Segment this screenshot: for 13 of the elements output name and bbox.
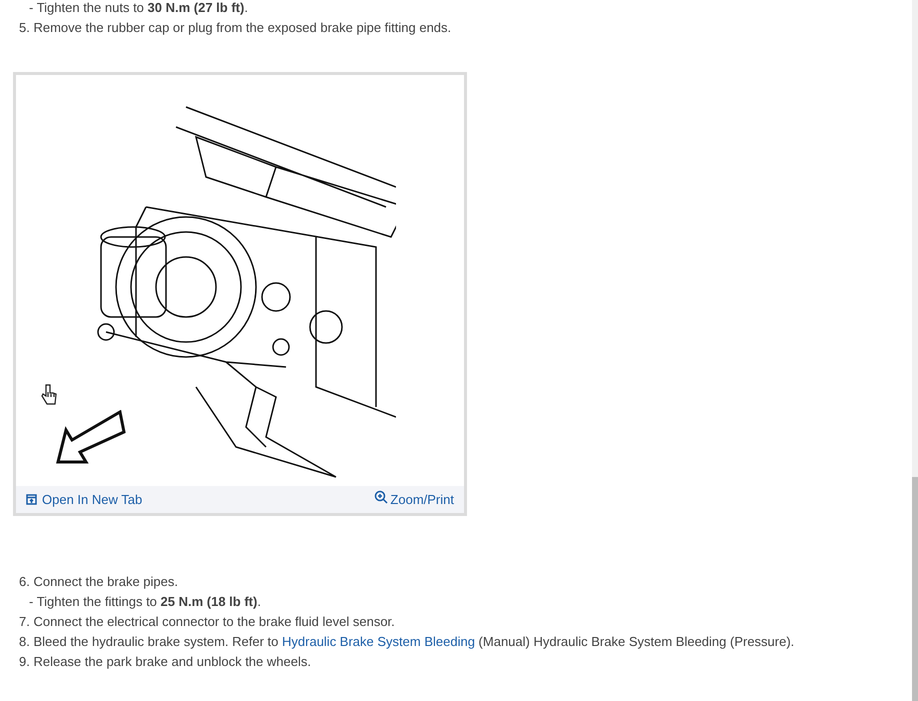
step-text: 7. Connect the electrical connector to the brake fluid level sensor.	[19, 614, 396, 630]
zoom-print-link[interactable]: Zoom/Print	[374, 490, 454, 510]
pointing-hand-icon	[40, 383, 58, 407]
step-text: 6. Connect the brake pipes.	[19, 574, 179, 590]
sub-step-text: - Tighten the fittings to 25 N.m (18 lb ft).	[28, 594, 262, 610]
sub-step-text: - Tighten the nuts to 30 N.m (27 lb ft).	[28, 0, 249, 16]
bleeding-procedure-link[interactable]: Hydraulic Brake System Bleeding	[282, 634, 475, 649]
open-in-new-tab-link[interactable]: Open In New Tab	[26, 490, 142, 510]
open-in-new-tab-icon	[26, 494, 37, 505]
zoom-in-icon	[374, 490, 388, 504]
step-text: 9. Release the park brake and unblock the wheels.	[19, 654, 312, 670]
step-text: 5. Remove the rubber cap or plug from the exposed brake pipe fitting ends.	[19, 20, 452, 36]
step-text: 8. Bleed the hydraulic brake system. Refer to Hydraulic Brake System Bleeding (Manual) Hydraulic Brake System Bleeding (Pressure).	[19, 634, 796, 650]
